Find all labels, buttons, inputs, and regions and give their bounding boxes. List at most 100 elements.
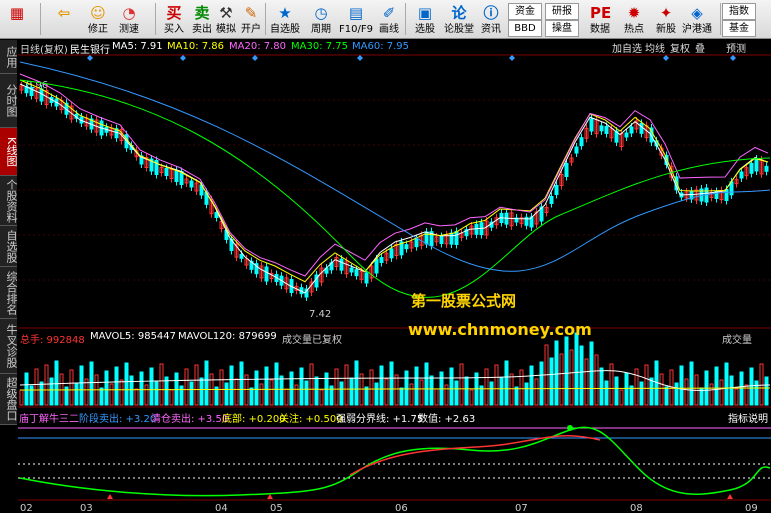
volume-bar bbox=[624, 372, 629, 406]
volume-bar bbox=[114, 366, 119, 406]
volume-bar bbox=[34, 368, 39, 406]
volume-bar bbox=[139, 371, 144, 406]
candle-body bbox=[449, 232, 454, 245]
candle-body bbox=[174, 170, 179, 182]
volume-bar bbox=[614, 376, 619, 406]
volume-bar bbox=[24, 372, 29, 406]
volume-bar bbox=[49, 377, 54, 406]
volume-bar bbox=[174, 372, 179, 406]
volume-bar bbox=[584, 358, 589, 406]
candle-body bbox=[599, 125, 604, 132]
indicator-peak-dot bbox=[567, 425, 573, 431]
volume-bar bbox=[589, 341, 594, 406]
volume-bar bbox=[89, 361, 94, 406]
watermark-url: www.chnmoney.com bbox=[408, 320, 592, 339]
volume-bar bbox=[224, 382, 229, 406]
volume-bar bbox=[319, 389, 324, 406]
volume-bar bbox=[489, 381, 494, 406]
x-axis-label: 07 bbox=[515, 503, 528, 513]
volume-bar bbox=[339, 381, 344, 406]
x-axis-label: 09 bbox=[745, 503, 758, 513]
volume-bar bbox=[154, 380, 159, 406]
volume-bar bbox=[454, 380, 459, 406]
volume-bar bbox=[389, 361, 394, 406]
volume-bar bbox=[19, 389, 24, 406]
volume-bar bbox=[314, 376, 319, 406]
volume-bar bbox=[419, 379, 424, 406]
signal-diamond bbox=[180, 55, 186, 61]
volume-bar bbox=[424, 362, 429, 406]
volume-bar bbox=[724, 362, 729, 406]
buy-signal-arrow bbox=[727, 494, 733, 499]
candle-body bbox=[554, 185, 559, 195]
volume-bar bbox=[299, 367, 304, 406]
volume-bar bbox=[689, 361, 694, 406]
volume-bar bbox=[44, 364, 49, 406]
volume-bar bbox=[74, 382, 79, 406]
volume-bar bbox=[279, 375, 284, 406]
kline-chart[interactable]: 02 03 04 05 06 07 08 09 bbox=[0, 0, 771, 513]
volume-bar bbox=[554, 340, 559, 406]
volume-bar bbox=[309, 363, 314, 406]
volume-bar bbox=[129, 375, 134, 406]
volume-bar bbox=[649, 377, 654, 406]
x-axis-label: 03 bbox=[80, 503, 93, 513]
volume-bar bbox=[514, 386, 519, 406]
candle-body bbox=[454, 231, 459, 245]
volume-bar bbox=[619, 389, 624, 406]
volume-bar bbox=[189, 381, 194, 406]
volume-bar bbox=[674, 382, 679, 406]
volume-bar bbox=[579, 345, 584, 406]
volume-bar bbox=[759, 363, 764, 406]
volume-bar bbox=[429, 375, 434, 406]
candle-body bbox=[349, 267, 354, 273]
volume-bar bbox=[719, 379, 724, 406]
volume-bar bbox=[504, 360, 509, 406]
volume-bar bbox=[199, 377, 204, 406]
volume-bar bbox=[264, 366, 269, 406]
candle-body bbox=[624, 132, 629, 138]
candle-body bbox=[749, 162, 754, 174]
candle-body bbox=[564, 163, 569, 177]
watermark-title: 第一股票公式网 bbox=[411, 292, 517, 310]
volume-bar bbox=[54, 360, 59, 406]
candle-body bbox=[379, 257, 384, 263]
volume-bar bbox=[219, 369, 224, 406]
volume-bar bbox=[734, 388, 739, 406]
volume-bar bbox=[644, 364, 649, 406]
candle-body bbox=[474, 223, 479, 235]
volume-bar bbox=[709, 383, 714, 406]
volume-bar bbox=[364, 386, 369, 406]
volume-bar bbox=[494, 364, 499, 406]
candle-body bbox=[764, 165, 769, 172]
volume-bar bbox=[469, 389, 474, 406]
volume-bar bbox=[499, 377, 504, 406]
signal-diamond bbox=[730, 55, 736, 61]
candle-body bbox=[189, 180, 194, 188]
volume-bar bbox=[374, 382, 379, 406]
signal-diamond bbox=[509, 55, 515, 61]
volume-bar bbox=[539, 361, 544, 406]
candle-body bbox=[574, 146, 579, 154]
candle-body bbox=[239, 253, 244, 259]
candle-body bbox=[389, 248, 394, 259]
candle-body bbox=[629, 126, 634, 134]
signal-diamond bbox=[252, 55, 258, 61]
volume-bar bbox=[594, 354, 599, 406]
volume-bar bbox=[124, 362, 129, 406]
x-axis-label: 08 bbox=[630, 503, 643, 513]
volume-bar bbox=[344, 364, 349, 406]
volume-bar bbox=[284, 388, 289, 406]
volume-bar bbox=[239, 361, 244, 406]
volume-bar bbox=[109, 383, 114, 406]
volume-bar bbox=[444, 384, 449, 406]
volume-bar bbox=[729, 375, 734, 406]
volume-bar bbox=[289, 371, 294, 406]
volume-bar bbox=[404, 370, 409, 406]
volume-bar bbox=[29, 385, 34, 406]
volume-bar bbox=[169, 389, 174, 406]
volume-bar bbox=[119, 379, 124, 406]
volume-bar bbox=[384, 378, 389, 406]
volume-bar bbox=[459, 363, 464, 406]
candle-body bbox=[39, 88, 44, 102]
